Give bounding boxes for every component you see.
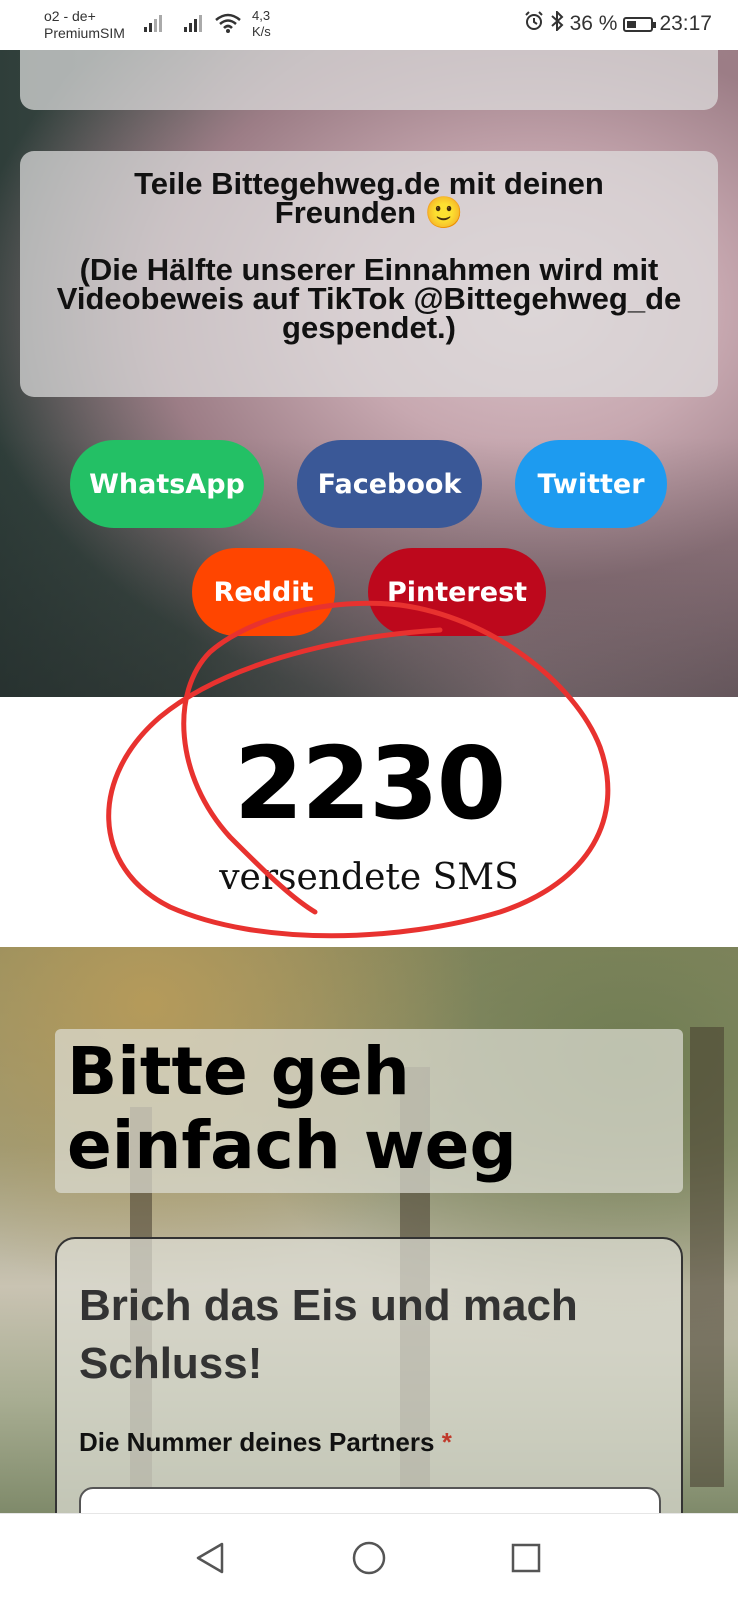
signal-icon: [184, 14, 206, 32]
previous-card: [20, 50, 718, 110]
breakup-form: Brich das Eis und mach Schluss! Die Numm…: [55, 1237, 683, 1513]
navigation-bar: [0, 1513, 738, 1601]
recents-icon[interactable]: [506, 1538, 546, 1578]
back-icon[interactable]: [190, 1538, 230, 1578]
clock: 23:17: [659, 12, 712, 35]
battery-icon: [623, 16, 657, 32]
battery-percent: 36 %: [569, 12, 618, 35]
reddit-share-button[interactable]: Reddit: [192, 548, 335, 636]
share-card: Teile Bittegehweg.de mit deinen Freunden…: [20, 151, 718, 397]
sms-count-label: versendete SMS: [219, 857, 519, 898]
signal-icon: [144, 14, 166, 32]
twitter-share-button[interactable]: Twitter: [515, 440, 667, 528]
alarm-icon: [524, 11, 544, 37]
form-title: Brich das Eis und mach Schluss!: [79, 1281, 578, 1388]
wifi-icon: [214, 12, 242, 34]
partner-number-label: Die Nummer deines Partners *: [79, 1427, 452, 1457]
facebook-share-button[interactable]: Facebook: [297, 440, 482, 528]
required-mark: *: [441, 1427, 452, 1457]
whatsapp-share-button[interactable]: WhatsApp: [70, 440, 264, 528]
share-heading: Teile Bittegehweg.de mit deinen Freunden…: [134, 166, 604, 230]
status-bar: o2 - de+ PremiumSIM 4,3 K/s 36 % 23:17: [0, 0, 738, 50]
page-title-box: Bitte geh einfach weg: [55, 1029, 683, 1193]
share-section: Teile Bittegehweg.de mit deinen Freunden…: [0, 50, 738, 697]
form-section: Bitte geh einfach weg Brich das Eis und …: [0, 947, 738, 1513]
sms-count: 2230: [233, 725, 506, 842]
status-right: 36 % 23:17: [524, 9, 712, 37]
network-speed: 4,3 K/s: [252, 8, 271, 39]
donation-note: (Die Hälfte unserer Einnahmen wird mit V…: [56, 252, 682, 345]
page-title: Bitte geh einfach weg: [67, 1033, 517, 1184]
bluetooth-icon: [550, 9, 564, 37]
sms-counter: 2230 versendete SMS: [0, 697, 738, 947]
carrier-info: o2 - de+ PremiumSIM: [44, 8, 125, 41]
partner-number-input[interactable]: [79, 1487, 661, 1513]
home-icon[interactable]: [349, 1538, 389, 1578]
pinterest-share-button[interactable]: Pinterest: [368, 548, 546, 636]
